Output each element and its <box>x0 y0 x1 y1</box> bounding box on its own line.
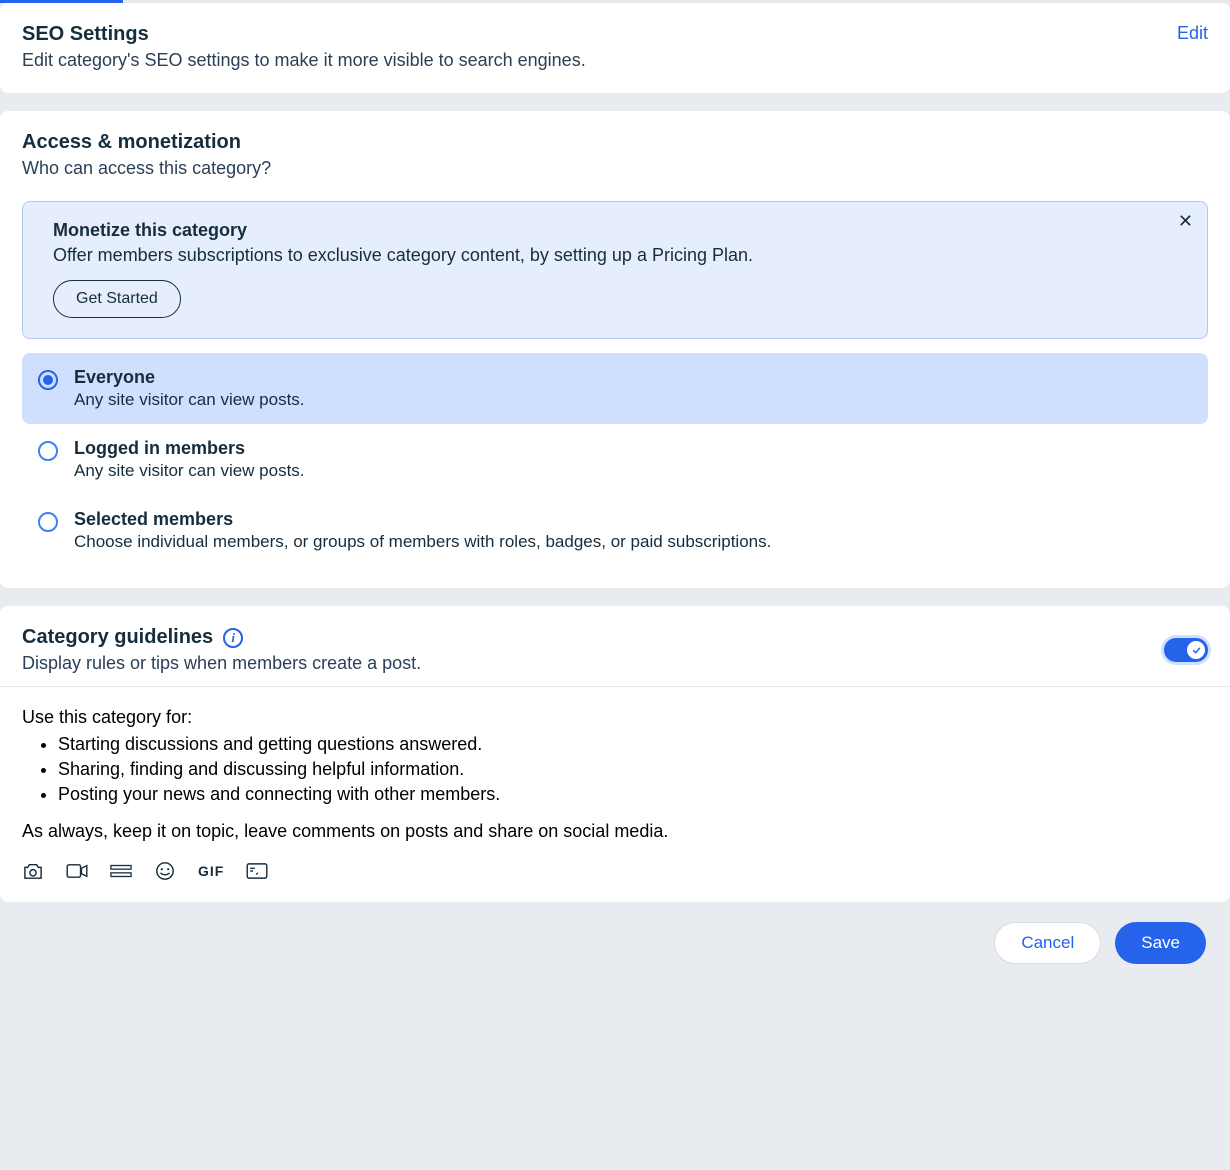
list-item: Posting your news and connecting with ot… <box>58 782 1208 807</box>
seo-subtitle: Edit category's SEO settings to make it … <box>22 50 586 71</box>
footer-actions: Cancel Save <box>0 902 1230 988</box>
cancel-button[interactable]: Cancel <box>994 922 1101 964</box>
radio-desc: Any site visitor can view posts. <box>74 461 305 481</box>
radio-title: Everyone <box>74 367 305 388</box>
save-button[interactable]: Save <box>1115 922 1206 964</box>
guidelines-editor[interactable]: Use this category for: Starting discussi… <box>0 687 1230 902</box>
info-icon[interactable]: i <box>223 628 243 648</box>
monetize-banner: ✕ Monetize this category Offer members s… <box>22 201 1208 339</box>
radio-option-everyone[interactable]: Everyone Any site visitor can view posts… <box>22 353 1208 424</box>
access-radio-group: Everyone Any site visitor can view posts… <box>0 353 1230 588</box>
toggle-knob <box>1187 641 1205 659</box>
radio-icon[interactable] <box>38 370 58 390</box>
guidelines-title: Category guidelines <box>22 626 213 649</box>
emoji-icon[interactable] <box>154 862 176 880</box>
editor-toolbar: GIF <box>22 862 1208 880</box>
access-card: Access & monetization Who can access thi… <box>0 111 1230 588</box>
check-icon <box>1192 646 1201 655</box>
guidelines-subtitle: Display rules or tips when members creat… <box>22 653 421 674</box>
gif-icon[interactable]: GIF <box>198 863 224 879</box>
seo-edit-link[interactable]: Edit <box>1177 23 1208 44</box>
radio-title: Selected members <box>74 509 771 530</box>
radio-icon[interactable] <box>38 512 58 532</box>
banner-desc: Offer members subscriptions to exclusive… <box>53 245 1185 266</box>
guidelines-card: Category guidelines i Display rules or t… <box>0 606 1230 902</box>
seo-settings-card: SEO Settings Edit category's SEO setting… <box>0 3 1230 93</box>
code-block-icon[interactable] <box>246 862 268 880</box>
seo-title: SEO Settings <box>22 23 586 46</box>
access-title: Access & monetization <box>22 131 1208 154</box>
banner-title: Monetize this category <box>53 220 1185 241</box>
radio-desc: Any site visitor can view posts. <box>74 390 305 410</box>
video-icon[interactable] <box>66 862 88 880</box>
list-item: Sharing, finding and discussing helpful … <box>58 757 1208 782</box>
close-icon[interactable]: ✕ <box>1178 212 1193 230</box>
list-item: Starting discussions and getting questio… <box>58 732 1208 757</box>
divider-icon[interactable] <box>110 862 132 880</box>
radio-option-selected-members[interactable]: Selected members Choose individual membe… <box>22 495 1208 566</box>
guidelines-toggle[interactable] <box>1164 638 1208 662</box>
camera-icon[interactable] <box>22 862 44 880</box>
radio-icon[interactable] <box>38 441 58 461</box>
radio-title: Logged in members <box>74 438 305 459</box>
guidelines-list: Starting discussions and getting questio… <box>58 732 1208 807</box>
get-started-button[interactable]: Get Started <box>53 280 181 318</box>
guidelines-intro: Use this category for: <box>22 707 1208 728</box>
radio-desc: Choose individual members, or groups of … <box>74 532 771 552</box>
radio-option-logged-in[interactable]: Logged in members Any site visitor can v… <box>22 424 1208 495</box>
access-subtitle: Who can access this category? <box>22 158 1208 179</box>
guidelines-outro: As always, keep it on topic, leave comme… <box>22 821 1208 842</box>
